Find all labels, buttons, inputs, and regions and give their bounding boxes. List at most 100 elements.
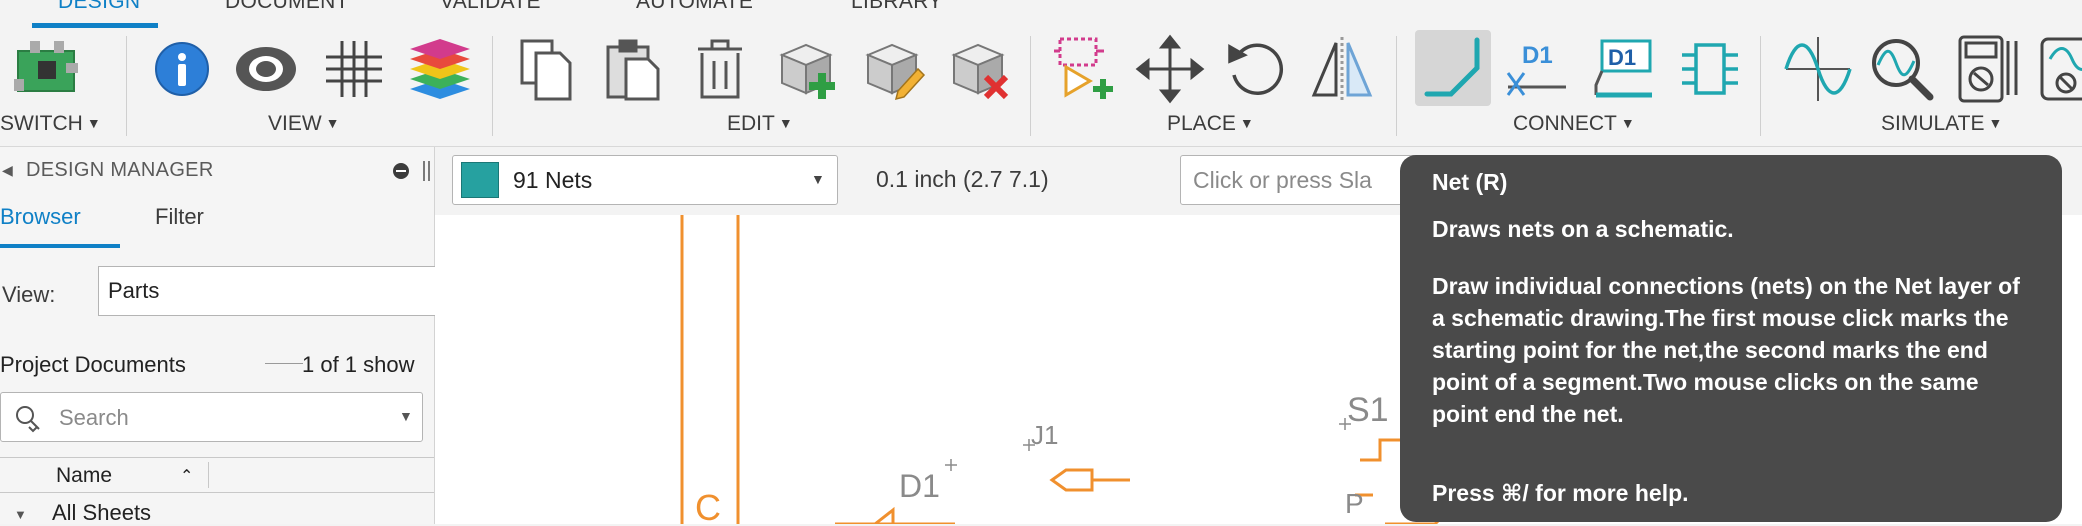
tooltip-net: Net (R) Draws nets on a schematic. Draw … [1400, 155, 2062, 522]
rotate-icon [1228, 43, 1284, 96]
multimeter-button[interactable] [1950, 33, 2022, 105]
name-icon: D1 [1506, 42, 1566, 96]
probe-icon [1872, 39, 1934, 101]
layer-name: 91 Nets [513, 167, 593, 193]
toolbar-divider [126, 36, 127, 136]
component-label-d1: D1 [899, 468, 940, 504]
rotate-button[interactable] [1220, 33, 1292, 105]
toolbar: SWITCH ▼ VIEW ▼ EDIT ▼ PLACE ▼ D1 D1 CON… [0, 28, 2082, 146]
add-component-button[interactable] [1050, 33, 1122, 105]
collapse-icon[interactable]: ◀ [2, 162, 13, 179]
label-icon: D1 [1594, 39, 1652, 98]
layer-select[interactable]: 91 Nets ▼ [452, 155, 838, 205]
paste-button[interactable] [598, 33, 670, 105]
bus-button[interactable] [1674, 33, 1746, 105]
layers-icon [410, 39, 470, 99]
edit-part-button[interactable] [858, 33, 930, 105]
name-button[interactable]: D1 [1502, 33, 1574, 105]
grid-coordinate-readout: 0.1 inch (2.7 7.1) [876, 166, 1049, 192]
search-input[interactable]: Search ▼ [0, 392, 423, 442]
tab-library[interactable]: LIBRARY [851, 0, 943, 14]
toolbar-divider [1760, 36, 1761, 136]
copy-button[interactable] [512, 33, 584, 105]
multimeter-icon [1958, 35, 2018, 103]
tooltip-footer: Press ⌘/ for more help. [1432, 480, 1689, 506]
oscilloscope-button[interactable] [2036, 33, 2082, 105]
search-placeholder: Search [59, 405, 129, 430]
tree-item-all-sheets[interactable]: All Sheets [52, 500, 151, 526]
eye-icon [236, 47, 296, 91]
panel-title: DESIGN MANAGER [26, 159, 214, 181]
tab-browser[interactable]: Browser [0, 204, 81, 230]
expand-icon[interactable]: ▼ [14, 507, 27, 522]
tooltip-subtitle: Draws nets on a schematic. [1432, 216, 1734, 242]
add-part-icon [779, 43, 835, 99]
pin-label-p: P [1345, 488, 1364, 519]
view-label: View: [2, 282, 56, 307]
bus-icon [1682, 43, 1738, 95]
grid-button[interactable] [318, 33, 390, 105]
minimize-icon[interactable] [393, 163, 409, 179]
mirror-button[interactable] [1306, 33, 1378, 105]
tab-validate[interactable]: VALIDATE [440, 0, 541, 14]
chevron-down-icon: ▼ [811, 171, 825, 187]
move-button[interactable] [1134, 33, 1206, 105]
connector-symbol [1049, 468, 1130, 492]
divider [265, 363, 303, 364]
add-component-icon [1054, 37, 1113, 99]
tab-filter[interactable]: Filter [155, 204, 204, 230]
pin-icon[interactable] [423, 161, 430, 181]
component-label-j1: J1 [1031, 420, 1058, 450]
sort-asc-icon[interactable]: ⌃ [180, 466, 193, 486]
tooltip-title: Net (R) [1432, 169, 1508, 195]
visibility-button[interactable] [230, 33, 302, 105]
copy-icon [520, 39, 572, 101]
command-input[interactable]: Click or press Sla [1180, 155, 1430, 205]
toolbar-divider [1396, 36, 1397, 136]
add-part-button[interactable] [772, 33, 844, 105]
tab-design[interactable]: DESIGN [58, 0, 140, 14]
svg-text:D1: D1 [1522, 42, 1553, 69]
move-icon [1135, 34, 1205, 104]
group-view[interactable]: VIEW ▼ [268, 112, 340, 136]
info-icon [155, 42, 209, 96]
layer-color-swatch [461, 162, 499, 198]
info-button[interactable] [146, 33, 218, 105]
group-simulate[interactable]: SIMULATE ▼ [1881, 112, 2002, 136]
switch-board-button[interactable] [10, 33, 82, 105]
grid-icon [326, 41, 382, 97]
tab-automate[interactable]: AUTOMATE [636, 0, 753, 14]
label-button[interactable]: D1 [1588, 33, 1660, 105]
table-header: Name ⌃ [0, 457, 434, 493]
design-manager-panel: ◀ DESIGN MANAGER Browser Filter View: Pa… [0, 147, 443, 526]
component-label-s1: S1 [1347, 391, 1389, 429]
active-tab-indicator [0, 244, 120, 248]
delete-button[interactable] [684, 33, 756, 105]
layers-button[interactable] [404, 33, 476, 105]
waveform-button[interactable] [1782, 33, 1854, 105]
chevron-down-icon[interactable]: ▼ [399, 408, 413, 424]
diode-symbol [835, 506, 955, 524]
mirror-icon [1311, 37, 1373, 101]
probe-button[interactable] [1866, 33, 1938, 105]
pcb-board-icon [14, 41, 78, 92]
command-placeholder: Click or press Sla [1193, 167, 1372, 193]
column-divider[interactable] [208, 462, 209, 488]
tab-document[interactable]: DOCUMENT [225, 0, 349, 14]
group-edit[interactable]: EDIT ▼ [727, 112, 793, 136]
toolbar-divider [492, 36, 493, 136]
svg-text:D1: D1 [1608, 45, 1636, 70]
edit-part-icon [865, 43, 926, 101]
delete-icon [698, 39, 742, 99]
group-switch[interactable]: SWITCH ▼ [0, 112, 101, 136]
paste-icon [606, 39, 660, 101]
project-documents-label: Project Documents [0, 352, 186, 377]
search-icon [16, 406, 40, 433]
net-button[interactable] [1415, 30, 1491, 106]
view-select[interactable]: Parts [98, 266, 443, 316]
group-connect[interactable]: CONNECT ▼ [1513, 112, 1635, 136]
remove-part-icon [951, 43, 1009, 100]
group-place[interactable]: PLACE ▼ [1167, 112, 1254, 136]
column-name[interactable]: Name [56, 464, 112, 488]
remove-part-button[interactable] [944, 33, 1016, 105]
